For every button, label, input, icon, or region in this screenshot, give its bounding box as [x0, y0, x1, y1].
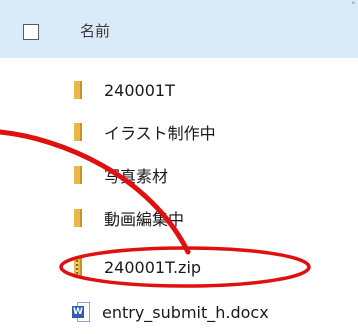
file-name: 写真素材 — [104, 167, 169, 186]
column-header-bar: 名前 ˄ — [0, 0, 358, 58]
folder-icon — [74, 209, 82, 227]
file-row-photo[interactable]: 写真素材 — [74, 160, 168, 190]
annotation-arrow-curve — [0, 129, 191, 255]
file-name: entry_submit_h.docx — [102, 302, 269, 322]
file-name: 240001T — [104, 80, 175, 100]
folder-icon — [74, 166, 82, 184]
file-row-240001T[interactable]: 240001T — [74, 75, 175, 105]
file-name: 240001T.zip — [104, 257, 202, 277]
sort-indicator-icon: ˄ — [350, 0, 357, 13]
folder-icon — [74, 123, 82, 141]
column-header-name[interactable]: 名前 — [80, 20, 110, 41]
file-name: イラスト制作中 — [104, 124, 216, 143]
file-name: 動画編集中 — [104, 210, 185, 229]
folder-icon — [74, 81, 82, 99]
word-document-icon: W — [72, 302, 90, 322]
file-row-illust[interactable]: イラスト制作中 — [74, 117, 216, 147]
zip-folder-icon — [74, 258, 82, 276]
file-row-zip[interactable]: 240001T.zip — [74, 252, 201, 282]
file-row-video[interactable]: 動画編集中 — [74, 203, 184, 233]
file-row-docx[interactable]: W entry_submit_h.docx — [72, 297, 269, 327]
select-all-checkbox[interactable] — [23, 24, 39, 40]
